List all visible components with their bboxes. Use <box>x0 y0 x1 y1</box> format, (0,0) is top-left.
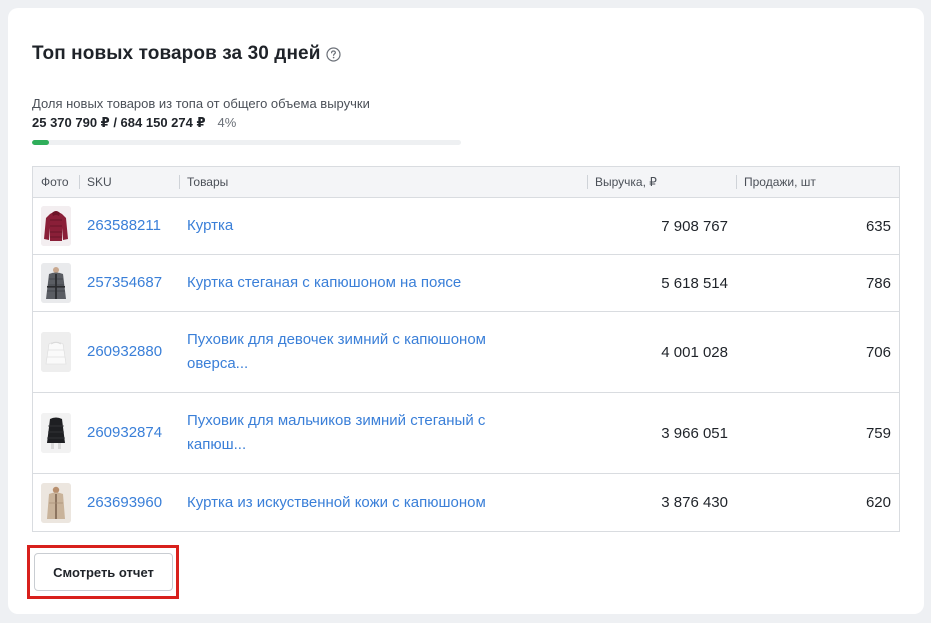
table-row: 263693960 Куртка из искуственной кожи с … <box>33 474 899 531</box>
product-revenue: 4 001 028 <box>661 343 728 361</box>
revenue-share-amount: 25 370 790 ₽ / 684 150 274 ₽ <box>32 115 206 130</box>
column-header-sku[interactable]: SKU <box>79 167 179 197</box>
column-header-revenue[interactable]: Выручка, ₽ <box>587 167 736 197</box>
product-name-link[interactable]: Куртка стеганая с капюшоном на поясе <box>187 271 461 295</box>
product-photo[interactable] <box>41 263 71 303</box>
column-header-sales[interactable]: Продажи, шт <box>736 167 899 197</box>
product-sales: 759 <box>865 424 891 442</box>
product-sales: 706 <box>865 343 891 361</box>
table-row: 260932880 Пуховик для девочек зимний с к… <box>33 312 899 393</box>
product-sku-link[interactable]: 260932874 <box>87 421 162 445</box>
product-revenue: 3 966 051 <box>661 424 728 442</box>
top-new-products-card: Топ новых товаров за 30 дней Доля новых … <box>8 8 924 614</box>
revenue-share-progress <box>32 140 461 145</box>
widget-title: Топ новых товаров за 30 дней <box>32 43 321 64</box>
view-report-button[interactable]: Смотреть отчет <box>34 553 173 591</box>
product-photo[interactable] <box>41 332 71 372</box>
product-photo[interactable] <box>41 482 71 523</box>
top-products-table: Фото SKU Товары Выручка, ₽ Продажи, шт 2… <box>32 166 900 532</box>
product-photo[interactable] <box>41 413 71 453</box>
table-row: 260932874 Пуховик для мальчиков зимний с… <box>33 393 899 474</box>
question-circle-icon[interactable] <box>326 46 342 62</box>
table-header: Фото SKU Товары Выручка, ₽ Продажи, шт <box>33 167 899 198</box>
table-row: 263588211 Куртка 7 908 767 635 <box>33 198 899 255</box>
product-name-link[interactable]: Куртка <box>187 214 233 238</box>
product-revenue: 5 618 514 <box>661 274 728 292</box>
column-header-photo[interactable]: Фото <box>33 167 79 197</box>
product-sales: 786 <box>865 274 891 292</box>
revenue-share-caption: Доля новых товаров из топа от общего объ… <box>32 96 370 111</box>
report-button-highlight: Смотреть отчет <box>27 545 179 599</box>
column-header-products[interactable]: Товары <box>179 167 587 197</box>
product-sku-link[interactable]: 260932880 <box>87 340 162 364</box>
product-name-link[interactable]: Пуховик для мальчиков зимний стеганый с … <box>187 409 547 457</box>
product-name-link[interactable]: Куртка из искуственной кожи с капюшоном <box>187 491 486 515</box>
product-sales: 635 <box>865 217 891 235</box>
product-sku-link[interactable]: 263693960 <box>87 491 162 515</box>
revenue-share-progress-fill <box>32 140 50 145</box>
revenue-share-values: 25 370 790 ₽ / 684 150 274 ₽ 4% <box>32 115 236 131</box>
product-sku-link[interactable]: 263588211 <box>87 214 161 238</box>
product-revenue: 3 876 430 <box>661 494 728 511</box>
product-revenue: 7 908 767 <box>661 217 728 235</box>
product-sku-link[interactable]: 257354687 <box>87 271 162 295</box>
revenue-share-percent: 4% <box>217 115 237 130</box>
table-row: 257354687 Куртка стеганая с капюшоном на… <box>33 255 899 312</box>
widget-header: Топ новых товаров за 30 дней <box>32 43 342 65</box>
product-name-link[interactable]: Пуховик для девочек зимний с капюшоном о… <box>187 328 547 376</box>
product-sales: 620 <box>865 494 891 511</box>
product-photo[interactable] <box>41 206 71 246</box>
